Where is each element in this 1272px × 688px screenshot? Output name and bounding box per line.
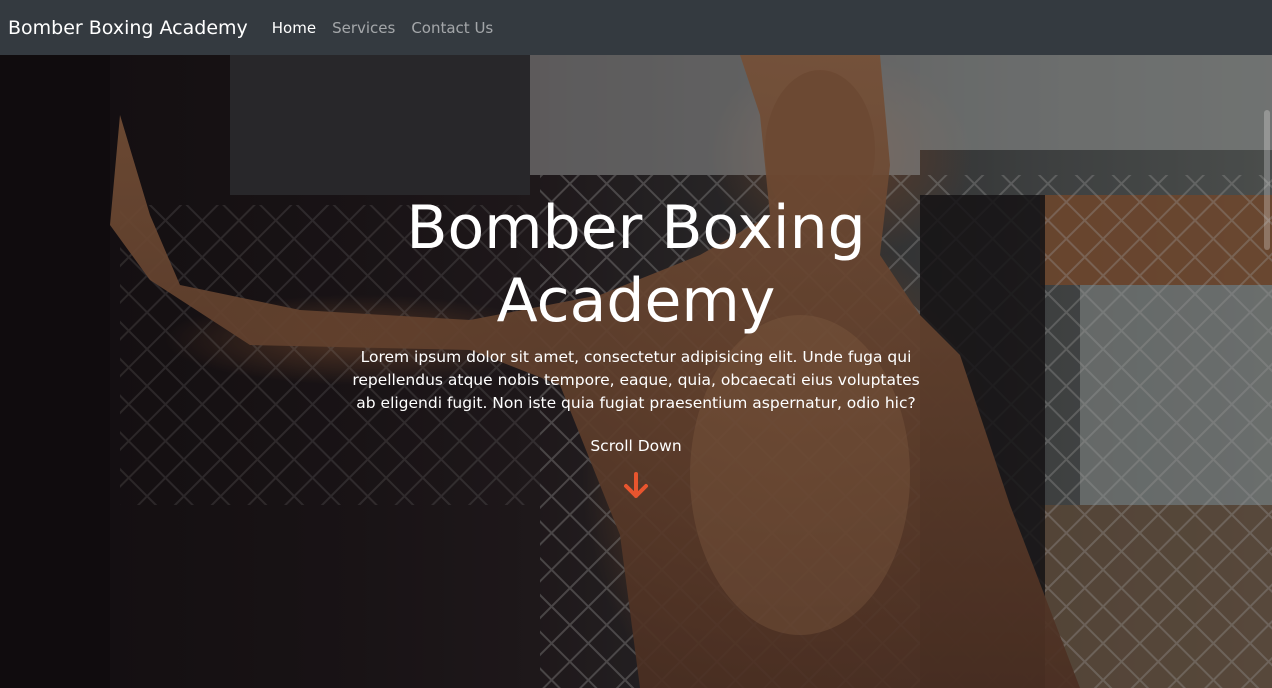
hero-title: Bomber Boxing Academy [406, 193, 866, 336]
navbar: Bomber Boxing Academy Home Services Cont… [0, 0, 1272, 55]
scrollbar[interactable] [1264, 110, 1270, 250]
nav-link-services[interactable]: Services [332, 19, 395, 37]
arrow-down-icon[interactable] [621, 471, 651, 505]
scroll-down-label[interactable]: Scroll Down [336, 437, 936, 455]
nav-link-home[interactable]: Home [272, 19, 316, 37]
nav-link-contact-us[interactable]: Contact Us [411, 19, 493, 37]
brand-link[interactable]: Bomber Boxing Academy [8, 17, 248, 39]
hero-section: Bomber Boxing Academy Lorem ipsum dolor … [0, 55, 1272, 688]
hero-content: Bomber Boxing Academy Lorem ipsum dolor … [336, 192, 936, 505]
nav-links: Home Services Contact Us [272, 19, 493, 37]
hero-description: Lorem ipsum dolor sit amet, consectetur … [352, 348, 920, 412]
